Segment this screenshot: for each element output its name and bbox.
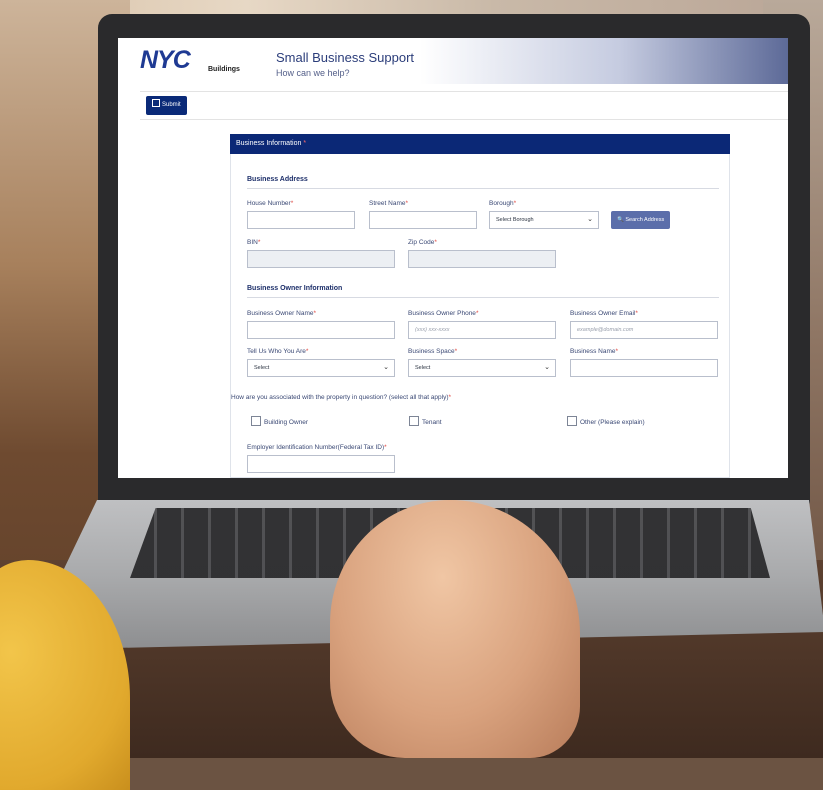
- submit-label: Submit: [162, 102, 181, 108]
- owner-name-input[interactable]: [247, 321, 395, 339]
- checkbox-box[interactable]: [567, 416, 577, 426]
- owner-phone-input[interactable]: (xxx) xxx-xxxx: [408, 321, 556, 339]
- business-space-select[interactable]: Select ⌄: [408, 359, 556, 377]
- street-name-label: Street Name*: [369, 200, 409, 207]
- association-question: How are you associated with the property…: [231, 394, 452, 401]
- owner-email-label: Business Owner Email*: [570, 310, 638, 317]
- divider: [247, 188, 719, 189]
- page-subtitle: How can we help?: [276, 68, 350, 78]
- laptop-screen: NYC Buildings Small Business Support How…: [118, 38, 788, 478]
- borough-select[interactable]: Select Borough ⌄: [489, 211, 599, 229]
- house-number-label: House Number*: [247, 200, 294, 207]
- bin-label: BIN*: [247, 239, 261, 246]
- ein-label: Employer Identification Number(Federal T…: [247, 444, 387, 451]
- other-checkbox[interactable]: Other (Please explain): [567, 416, 645, 426]
- zip-code-label: Zip Code*: [408, 239, 437, 246]
- logo-subtext: Buildings: [208, 66, 240, 73]
- house-number-input[interactable]: [247, 211, 355, 229]
- chevron-down-icon: ⌄: [383, 364, 389, 371]
- checkbox-box[interactable]: [251, 416, 261, 426]
- tenant-checkbox[interactable]: Tenant: [409, 416, 442, 426]
- site-header: NYC Buildings Small Business Support How…: [118, 38, 788, 84]
- divider: [247, 297, 719, 298]
- bin-input[interactable]: [247, 250, 395, 268]
- who-you-are-select[interactable]: Select ⌄: [247, 359, 395, 377]
- owner-info-heading: Business Owner Information: [247, 285, 343, 292]
- section-header: Business Information *: [230, 134, 730, 154]
- section-title: Business Information: [236, 140, 302, 147]
- save-icon: [152, 99, 160, 107]
- required-mark: *: [303, 140, 307, 147]
- street-name-input[interactable]: [369, 211, 477, 229]
- submit-button[interactable]: Submit: [146, 96, 187, 115]
- owner-name-label: Business Owner Name*: [247, 310, 317, 317]
- page-title: Small Business Support: [276, 50, 415, 65]
- chevron-down-icon: ⌄: [587, 216, 593, 223]
- zip-code-input[interactable]: [408, 250, 556, 268]
- toolbar: Submit: [140, 91, 788, 120]
- search-address-button[interactable]: 🔍 Search Address: [611, 211, 671, 229]
- nyc-logo[interactable]: NYC: [140, 46, 191, 75]
- checkbox-box[interactable]: [409, 416, 419, 426]
- owner-phone-label: Business Owner Phone*: [408, 310, 479, 317]
- owner-email-input[interactable]: example@domain.com: [570, 321, 718, 339]
- business-space-label: Business Space*: [408, 348, 458, 355]
- business-name-input[interactable]: [570, 359, 718, 377]
- borough-label: Borough*: [489, 200, 517, 207]
- building-owner-checkbox[interactable]: Building Owner: [251, 416, 308, 426]
- ein-input[interactable]: [247, 455, 395, 473]
- business-info-panel: Business Address House Number* Street Na…: [230, 154, 730, 478]
- business-name-label: Business Name*: [570, 348, 619, 355]
- business-address-heading: Business Address: [247, 176, 308, 183]
- chevron-down-icon: ⌄: [544, 364, 550, 371]
- who-you-are-label: Tell Us Who You Are*: [247, 348, 309, 355]
